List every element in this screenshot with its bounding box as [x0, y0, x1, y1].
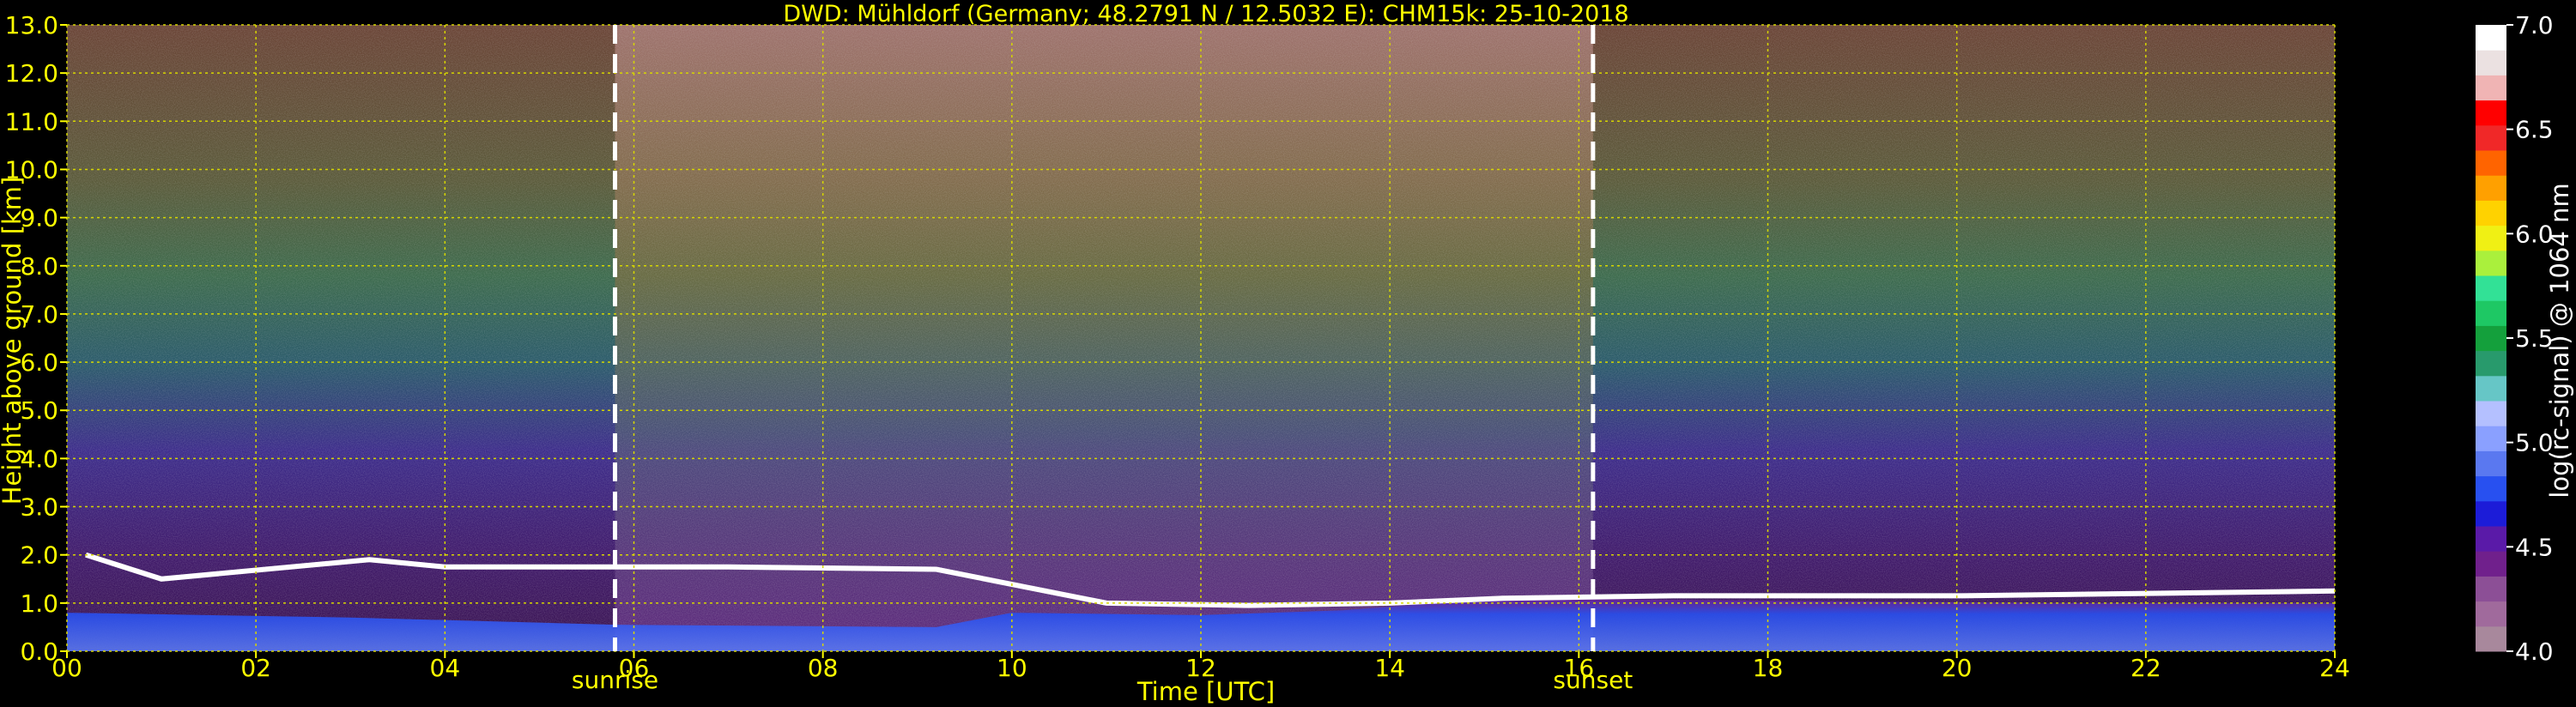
colorbar-swatch [2476, 601, 2506, 627]
colorbar-swatch [2476, 625, 2506, 652]
colorbar-swatch [2476, 124, 2506, 151]
colorbar-swatch [2476, 526, 2506, 552]
x-tick-label: 20 [1942, 654, 1973, 682]
colorbar-swatch [2476, 325, 2506, 352]
y-tick-label: 13.0 [5, 11, 58, 39]
colorbar-swatch [2476, 100, 2506, 126]
colorbar-tick-label: 7.0 [2515, 11, 2554, 39]
colorbar-swatch [2476, 225, 2506, 251]
colorbar-swatch [2476, 475, 2506, 502]
colorbar-swatch [2476, 275, 2506, 301]
x-tick-label: 08 [808, 654, 839, 682]
chart-title: DWD: Mühldorf (Germany; 48.2791 N / 12.5… [783, 1, 1628, 27]
colorbar-tick-label: 6.5 [2515, 116, 2554, 144]
colorbar-swatch [2476, 375, 2506, 402]
colorbar-swatch [2476, 175, 2506, 201]
colorbar-label: log(rc-signal) @ 1064 nm [2545, 183, 2574, 498]
colorbar-tick-label: 4.0 [2515, 638, 2554, 666]
y-tick-label: 0.0 [20, 638, 58, 666]
x-tick-label: 24 [2319, 654, 2350, 682]
colorbar-swatch [2476, 25, 2506, 51]
colorbar-swatch [2476, 300, 2506, 326]
colorbar-swatch [2476, 500, 2506, 527]
y-tick-label: 1.0 [20, 589, 58, 618]
colorbar-swatch [2476, 350, 2506, 377]
y-tick-label: 12.0 [5, 59, 58, 88]
colorbar [2476, 25, 2506, 652]
event-label-sunrise: sunrise [572, 666, 658, 694]
x-tick-label: 04 [430, 654, 461, 682]
colorbar-swatch [2476, 200, 2506, 227]
colorbar-swatch [2476, 551, 2506, 577]
x-tick-label: 14 [1374, 654, 1405, 682]
colorbar-swatch [2476, 250, 2506, 276]
y-tick-label: 2.0 [20, 541, 58, 570]
colorbar-swatch [2476, 426, 2506, 451]
plot-area [66, 24, 2336, 652]
colorbar-tick-label: 4.5 [2515, 533, 2554, 561]
ceilometer-chart: 00 02 04 06 08 10 12 14 16 18 20 22 24 0.01.02.03.04… [0, 1, 2574, 706]
colorbar-swatch [2476, 150, 2506, 176]
colorbar-swatch [2476, 50, 2506, 76]
x-tick-label: 18 [1753, 654, 1784, 682]
x-tick-label: 22 [2131, 654, 2161, 682]
x-tick-label: 10 [997, 654, 1027, 682]
colorbar-swatch [2476, 401, 2506, 426]
colorbar-swatch [2476, 75, 2506, 101]
colorbar-swatch [2476, 450, 2506, 477]
y-tick-label: 11.0 [5, 107, 58, 136]
event-label-sunset: sunset [1553, 666, 1633, 694]
x-axis-label: Time [UTC] [1136, 677, 1275, 706]
x-tick-label: 02 [240, 654, 271, 682]
colorbar-swatch [2476, 576, 2506, 602]
y-axis-label: Height above ground [km] [0, 177, 27, 505]
